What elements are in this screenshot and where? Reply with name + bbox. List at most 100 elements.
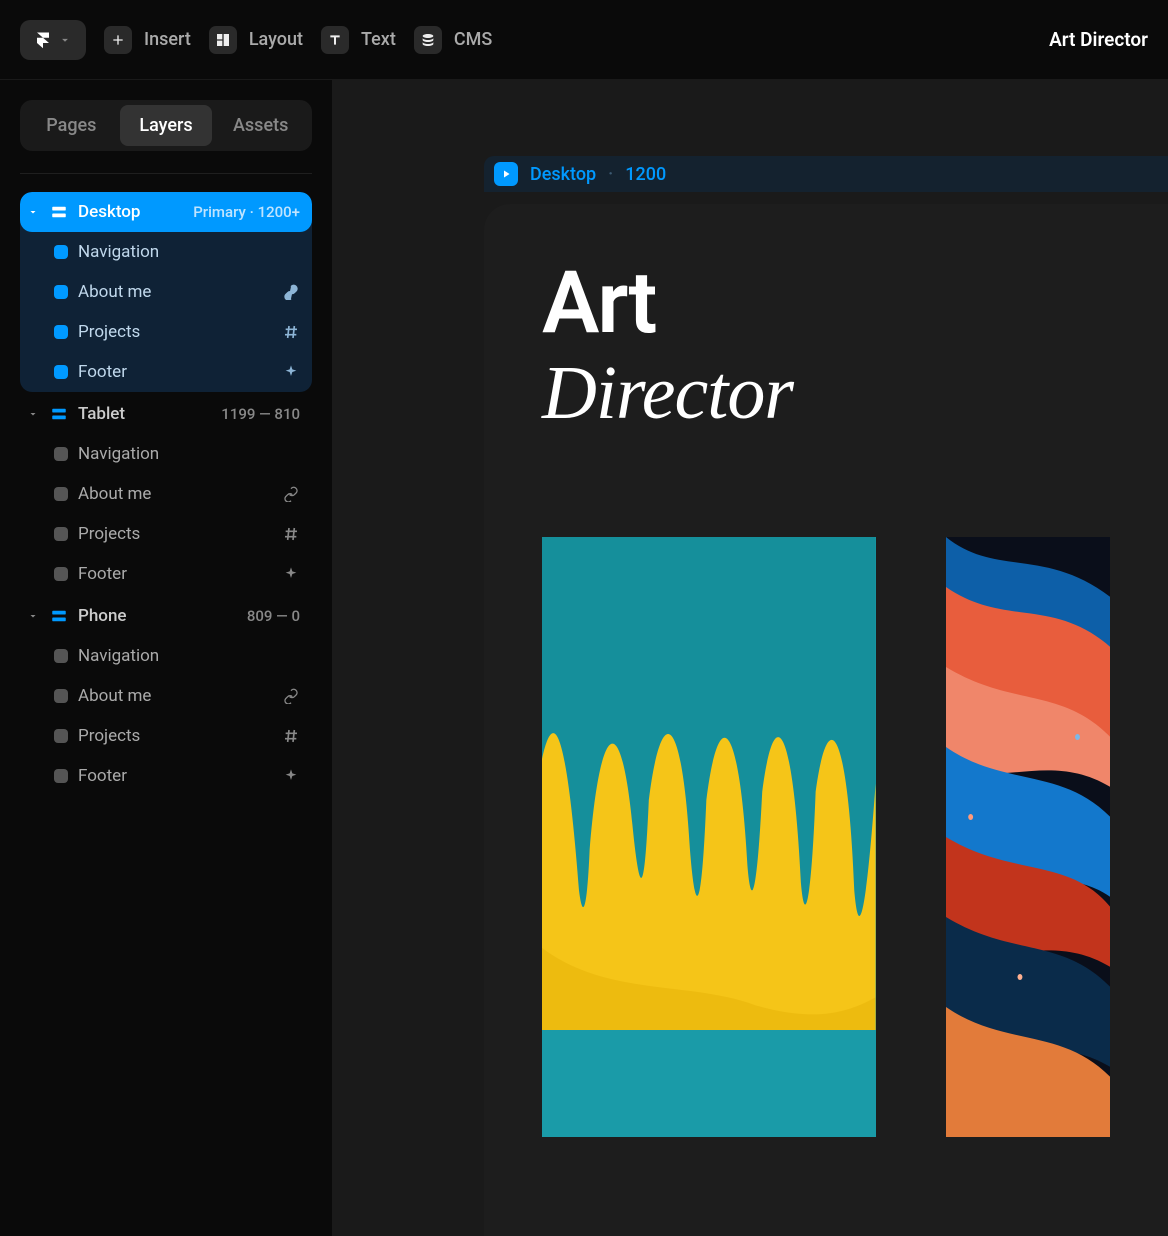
layer-footer[interactable]: Footer bbox=[20, 554, 312, 594]
database-icon bbox=[414, 26, 442, 54]
frame-name: Desktop bbox=[530, 164, 596, 185]
layer-label: Navigation bbox=[78, 242, 159, 262]
frame-desktop[interactable]: Art Director bbox=[484, 204, 1168, 1236]
breakpoint-label: Desktop bbox=[78, 202, 140, 222]
breakpoint-label: Tablet bbox=[78, 404, 125, 424]
breakpoint-phone-block: Phone 809 — 0 Navigation About me Proj bbox=[20, 596, 312, 796]
layer-about-me[interactable]: About me bbox=[20, 676, 312, 716]
layer-label: Navigation bbox=[78, 444, 159, 464]
plus-icon bbox=[104, 26, 132, 54]
layer-label: Projects bbox=[78, 524, 140, 544]
layout-icon bbox=[209, 26, 237, 54]
project-name[interactable]: Art Director bbox=[1049, 28, 1148, 51]
toolbar-text[interactable]: Text bbox=[321, 26, 396, 54]
tab-assets[interactable]: Assets bbox=[214, 105, 307, 146]
layer-label: About me bbox=[78, 484, 151, 504]
layer-label: Projects bbox=[78, 726, 140, 746]
layer-navigation[interactable]: Navigation bbox=[20, 434, 312, 474]
breakpoint-tablet-block: Tablet 1199 — 810 Navigation About me bbox=[20, 394, 312, 594]
caret-down-icon bbox=[26, 407, 40, 421]
frame-icon bbox=[54, 649, 68, 663]
toolbar-insert-label: Insert bbox=[144, 29, 191, 50]
link-icon bbox=[282, 485, 300, 503]
sparkle-icon bbox=[282, 767, 300, 785]
layer-navigation[interactable]: Navigation bbox=[20, 232, 312, 272]
frame-icon bbox=[54, 245, 68, 259]
breakpoint-meta: 809 — 0 bbox=[247, 607, 300, 625]
breakpoint-desktop-block: Desktop Primary · 1200+ Navigation About… bbox=[20, 192, 312, 392]
layers-tree: Desktop Primary · 1200+ Navigation About… bbox=[20, 192, 312, 798]
layer-footer[interactable]: Footer bbox=[20, 756, 312, 796]
frame-size: 1200 bbox=[625, 164, 666, 185]
layer-footer[interactable]: Footer bbox=[20, 352, 312, 392]
topbar-left: Insert Layout Text CMS bbox=[20, 20, 492, 60]
frame-icon bbox=[54, 365, 68, 379]
artwork-image[interactable] bbox=[946, 537, 1110, 1137]
toolbar-layout-label: Layout bbox=[249, 29, 303, 50]
tab-layers[interactable]: Layers bbox=[120, 105, 213, 146]
layer-about-me[interactable]: About me bbox=[20, 272, 312, 312]
toolbar-cms-label: CMS bbox=[454, 29, 492, 50]
canvas[interactable]: Desktop · 1200 Art Director bbox=[333, 80, 1168, 1236]
breakpoint-meta: 1199 — 810 bbox=[221, 405, 300, 423]
topbar: Insert Layout Text CMS Art Director bbox=[0, 0, 1168, 80]
layer-projects[interactable]: Projects bbox=[20, 716, 312, 756]
breakpoint-phone[interactable]: Phone 809 — 0 bbox=[20, 596, 312, 636]
toolbar-cms[interactable]: CMS bbox=[414, 26, 492, 54]
frame-icon bbox=[54, 285, 68, 299]
frame-icon bbox=[54, 729, 68, 743]
frame-icon bbox=[54, 689, 68, 703]
caret-down-icon bbox=[26, 609, 40, 623]
toolbar-layout[interactable]: Layout bbox=[209, 26, 303, 54]
sidebar: Pages Layers Assets Desktop Primary · 12… bbox=[0, 80, 333, 1236]
breakpoint-desktop[interactable]: Desktop Primary · 1200+ bbox=[20, 192, 312, 232]
layer-projects[interactable]: Projects bbox=[20, 514, 312, 554]
chevron-down-icon bbox=[58, 33, 72, 47]
play-icon bbox=[494, 162, 518, 186]
breakpoint-label: Phone bbox=[78, 606, 127, 626]
hero-subtitle: Director bbox=[542, 350, 1110, 437]
app-menu-button[interactable] bbox=[20, 20, 86, 60]
caret-down-icon bbox=[26, 205, 40, 219]
breakpoint-icon bbox=[50, 405, 68, 423]
toolbar-insert[interactable]: Insert bbox=[104, 26, 191, 54]
divider bbox=[20, 173, 312, 174]
frame-icon bbox=[54, 527, 68, 541]
toolbar-text-label: Text bbox=[361, 29, 396, 50]
hero-title: Art bbox=[542, 262, 1110, 344]
separator: · bbox=[608, 164, 613, 185]
layer-label: Footer bbox=[78, 564, 127, 584]
sparkle-icon bbox=[282, 363, 300, 381]
layer-label: Navigation bbox=[78, 646, 159, 666]
hash-icon bbox=[282, 525, 300, 543]
framer-logo-icon bbox=[34, 31, 52, 49]
layer-label: Projects bbox=[78, 322, 140, 342]
frame-header[interactable]: Desktop · 1200 bbox=[484, 156, 1168, 192]
frame-icon bbox=[54, 447, 68, 461]
frame-icon bbox=[54, 769, 68, 783]
tab-pages[interactable]: Pages bbox=[25, 105, 118, 146]
layer-navigation[interactable]: Navigation bbox=[20, 636, 312, 676]
link-icon bbox=[282, 687, 300, 705]
text-icon bbox=[321, 26, 349, 54]
breakpoint-meta: Primary · 1200+ bbox=[193, 203, 300, 221]
layer-label: About me bbox=[78, 686, 151, 706]
layer-label: Footer bbox=[78, 766, 127, 786]
frame-icon bbox=[54, 487, 68, 501]
layer-label: About me bbox=[78, 282, 151, 302]
artwork-image[interactable] bbox=[542, 537, 876, 1137]
breakpoint-icon bbox=[50, 203, 68, 221]
hash-icon bbox=[282, 323, 300, 341]
layer-projects[interactable]: Projects bbox=[20, 312, 312, 352]
frame-icon bbox=[54, 325, 68, 339]
breakpoint-tablet[interactable]: Tablet 1199 — 810 bbox=[20, 394, 312, 434]
layer-about-me[interactable]: About me bbox=[20, 474, 312, 514]
link-icon bbox=[282, 283, 300, 301]
sidebar-tabs: Pages Layers Assets bbox=[20, 100, 312, 151]
breakpoint-icon bbox=[50, 607, 68, 625]
layer-label: Footer bbox=[78, 362, 127, 382]
artwork-row bbox=[542, 537, 1110, 1137]
frame-icon bbox=[54, 567, 68, 581]
sparkle-icon bbox=[282, 565, 300, 583]
hash-icon bbox=[282, 727, 300, 745]
